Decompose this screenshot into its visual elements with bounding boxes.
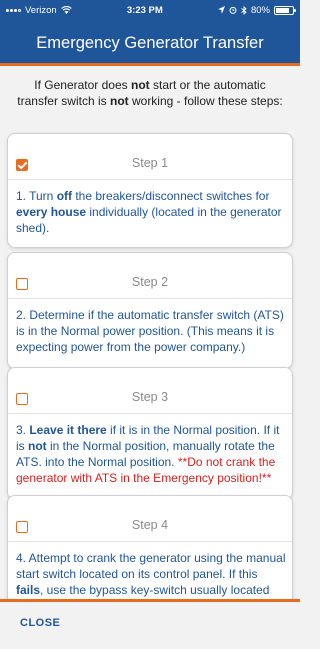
intro-bold: not xyxy=(109,94,129,108)
step-title: Step 2 xyxy=(131,275,169,289)
close-button[interactable]: CLOSE xyxy=(20,617,60,629)
step-description: 1. Turn off the breakers/disconnect swit… xyxy=(16,188,286,236)
step-description: 2. Determine if the automatic transfer s… xyxy=(16,308,284,354)
divider xyxy=(8,413,292,414)
step-card-3: Step 3 3. Leave it there if it is in the… xyxy=(7,367,293,500)
step-card-4: Step 4 4. Attempt to crank the generator… xyxy=(7,495,293,599)
divider xyxy=(8,298,292,299)
step-bold: fails xyxy=(16,583,41,597)
signal-icon xyxy=(6,8,21,12)
location-icon xyxy=(217,6,225,14)
step-text: the breakers/disconnect switches for xyxy=(72,189,270,203)
intro-text-part: If Generator does xyxy=(34,78,131,92)
battery-percent: 80% xyxy=(250,4,270,16)
step-description: 4. Attempt to crank the generator using … xyxy=(16,550,286,599)
step-text: 4. Attempt to crank the generator using … xyxy=(16,551,286,581)
battery-icon xyxy=(273,5,296,15)
step-bold: Leave it there xyxy=(29,423,107,437)
step-description: 3. Leave it there if it is in the Normal… xyxy=(16,422,286,486)
status-right: 80% xyxy=(217,4,296,16)
step-text: , use the bypass key-switch usually loca… xyxy=(40,583,270,597)
step-text: 3. xyxy=(16,423,30,437)
divider xyxy=(8,179,292,180)
battery-fill xyxy=(275,7,289,13)
clock: 3:23 PM xyxy=(126,4,163,16)
step-bold: every house xyxy=(16,205,87,219)
step-title: Step 3 xyxy=(131,390,169,404)
intro-text: If Generator does not start or the autom… xyxy=(0,69,300,121)
divider xyxy=(8,541,292,542)
step-title: Step 4 xyxy=(131,518,169,532)
alarm-icon xyxy=(229,6,237,14)
bluetooth-icon xyxy=(241,5,247,15)
wifi-icon xyxy=(60,6,72,14)
carrier-label: Verizon xyxy=(25,4,57,16)
intro-text-part: working - follow these steps: xyxy=(128,94,283,108)
page-title: Emergency Generator Transfer xyxy=(0,20,300,66)
status-left: Verizon xyxy=(6,5,72,16)
status-bar: Verizon 3:23 PM 80% xyxy=(0,0,300,20)
step-card-2: Step 2 2. Determine if the automatic tra… xyxy=(7,252,293,369)
step-card-1: Step 1 1. Turn off the breakers/disconne… xyxy=(7,133,293,248)
step-title: Step 1 xyxy=(131,156,169,170)
footer-bar: CLOSE xyxy=(0,599,300,649)
step-bold: off xyxy=(56,189,73,203)
step-bold: not xyxy=(28,439,47,453)
intro-bold: not xyxy=(131,78,150,92)
steps-list[interactable]: Step 1 1. Turn off the breakers/disconne… xyxy=(0,121,300,599)
step-text: 1. Turn xyxy=(16,189,57,203)
